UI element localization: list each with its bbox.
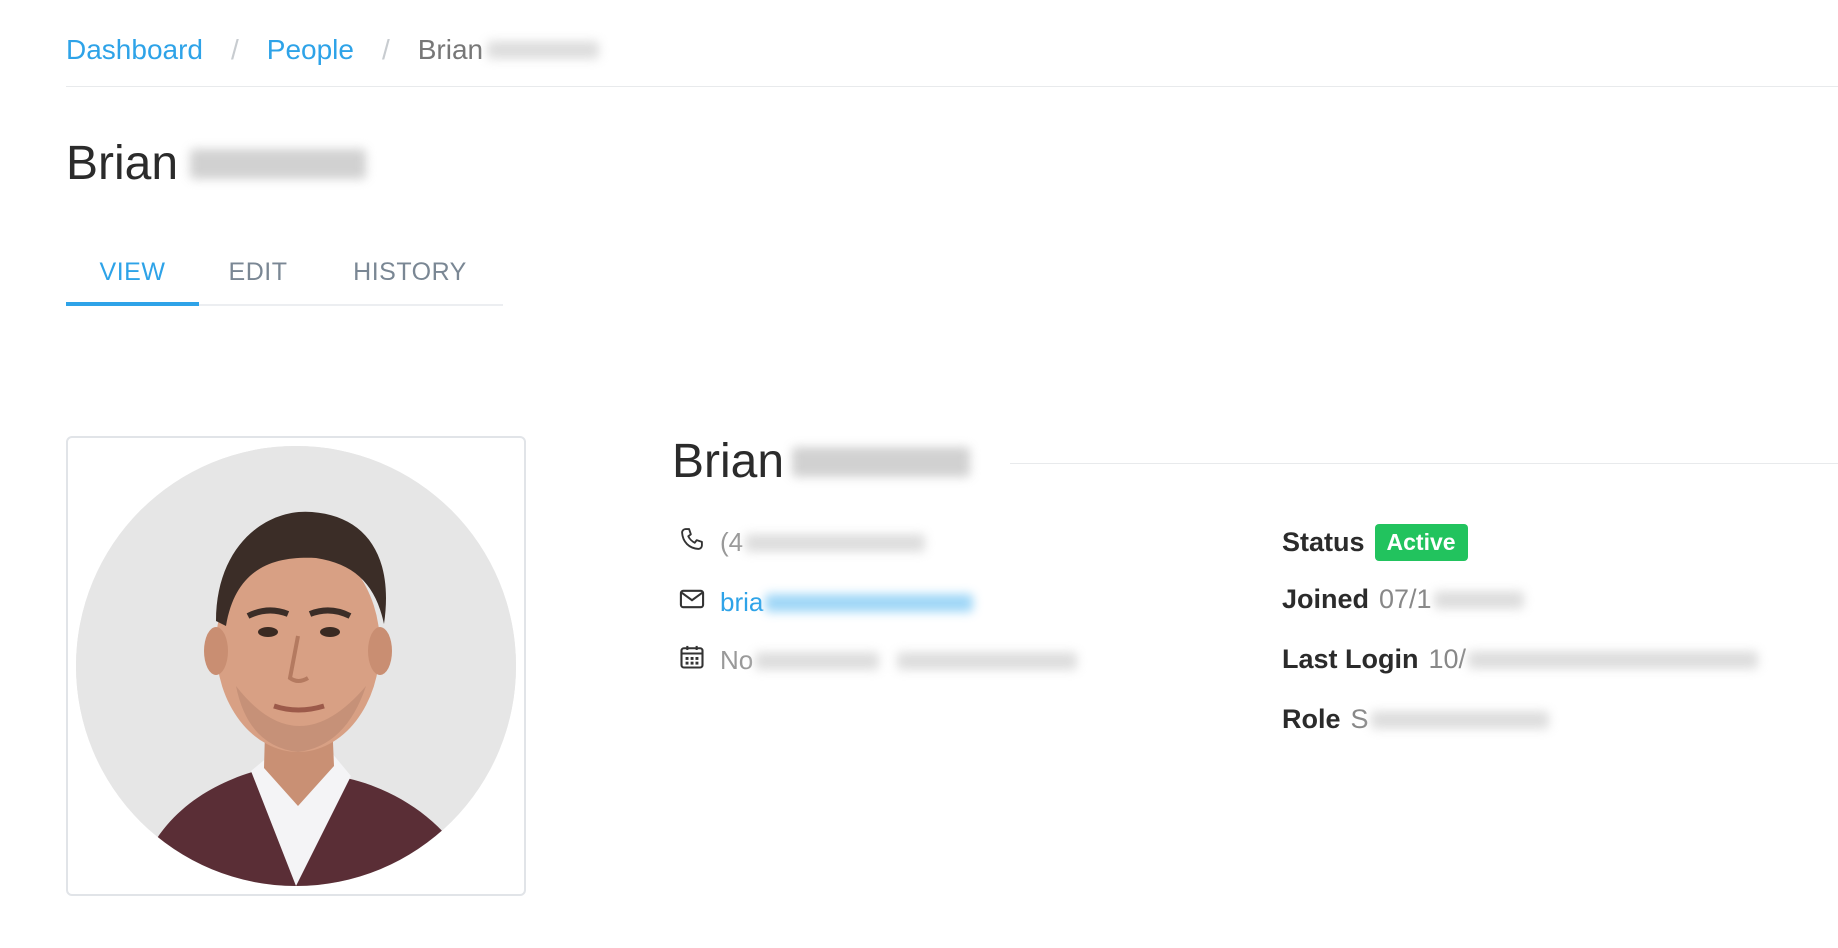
avatar-portrait (76, 446, 516, 886)
last-login-value: 10/ (1429, 644, 1759, 675)
page-title-first-name: Brian (66, 137, 179, 190)
joined-value-prefix: 07/1 (1379, 584, 1432, 614)
dob-prefix: No (720, 645, 754, 675)
status-row: Status Active (1282, 524, 1468, 561)
joined-label: Joined (1282, 584, 1370, 614)
redacted-phone (745, 533, 926, 552)
envelope-icon (678, 585, 720, 620)
role-label: Role (1282, 704, 1341, 734)
redacted-dob (755, 651, 880, 670)
avatar (76, 446, 516, 886)
last-login-value-prefix: 10/ (1428, 644, 1467, 674)
breadcrumb-separator: / (230, 34, 239, 65)
breadcrumb-current-label: Brian (417, 34, 484, 65)
last-login-row: Last Login 10/ (1282, 644, 1759, 675)
tab-edit[interactable]: EDIT (199, 250, 317, 304)
redacted-age (897, 651, 1078, 670)
breadcrumb-current: Brian (417, 34, 600, 66)
last-login-label: Last Login (1282, 644, 1419, 674)
breadcrumb-dashboard-link[interactable]: Dashboard (66, 34, 203, 66)
profile-first-name: Brian (672, 435, 785, 488)
tab-view[interactable]: VIEW (66, 250, 199, 306)
email-prefix: bria (720, 587, 764, 617)
breadcrumb: Dashboard / People / Brian (66, 34, 600, 66)
profile-photo-card (66, 436, 526, 896)
redacted-role (1370, 710, 1549, 729)
phone-number-prefix: (4 (720, 527, 744, 557)
redacted-surname (487, 41, 600, 59)
profile-name-divider (1010, 463, 1838, 464)
joined-row: Joined 07/1 (1282, 584, 1524, 615)
redacted-surname (190, 149, 367, 179)
redacted-surname (792, 447, 971, 477)
page-title: Brian (66, 137, 367, 190)
role-value: S (1351, 704, 1549, 735)
email-row: bria (678, 585, 974, 620)
status-badge: Active (1374, 524, 1468, 561)
breadcrumb-people-link[interactable]: People (267, 34, 354, 66)
tab-bar: VIEW EDIT HISTORY (66, 250, 503, 306)
redacted-joined-date (1433, 590, 1524, 609)
header-divider (66, 86, 1838, 87)
phone-row: (4 (678, 525, 926, 560)
redacted-email (765, 593, 974, 612)
profile-name: Brian (672, 435, 971, 488)
phone-number[interactable]: (4 (720, 527, 926, 558)
status-label: Status (1282, 527, 1365, 557)
role-value-prefix: S (1350, 704, 1369, 734)
joined-value: 07/1 (1379, 584, 1524, 615)
calendar-icon (678, 643, 720, 678)
dob-row: No (678, 643, 1078, 678)
date-of-birth: No (720, 645, 1078, 676)
phone-icon (678, 525, 720, 560)
tab-history[interactable]: HISTORY (317, 250, 503, 304)
redacted-last-login (1468, 650, 1759, 669)
email-link[interactable]: bria (720, 587, 974, 618)
breadcrumb-separator: / (381, 34, 390, 65)
role-row: Role S (1282, 704, 1549, 735)
